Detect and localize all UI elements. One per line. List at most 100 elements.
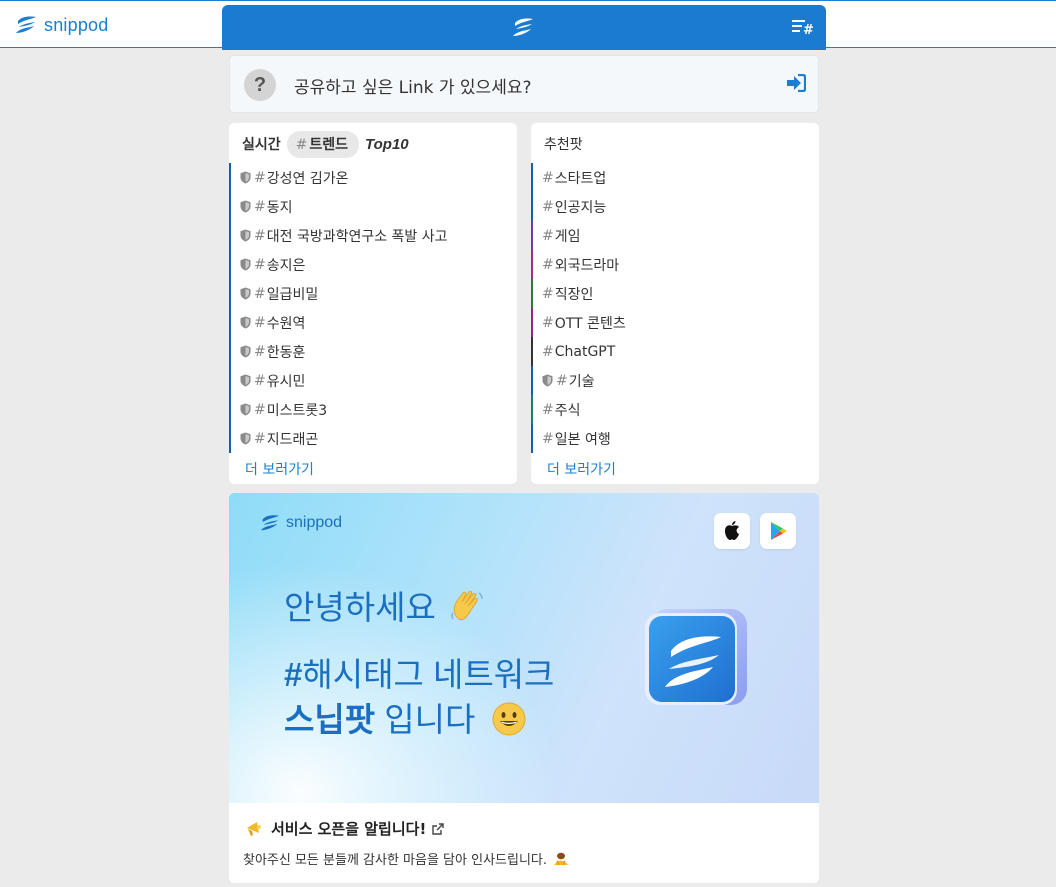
recommended-item-label: 직장인 bbox=[554, 286, 594, 303]
trend-item[interactable]: # 유시민 bbox=[229, 366, 517, 395]
snippod-logo-icon bbox=[16, 16, 36, 33]
hash-glyph: # bbox=[254, 314, 266, 331]
shield-icon bbox=[240, 258, 251, 271]
banner-greeting: 안녕하세요 bbox=[284, 581, 487, 629]
shield-icon bbox=[240, 171, 251, 184]
shield-icon bbox=[542, 374, 553, 387]
help-icon: ? bbox=[244, 69, 276, 101]
realtime-more-link[interactable]: 더 보러가기 bbox=[245, 459, 314, 479]
trend-item[interactable]: # 일급비밀 bbox=[229, 279, 517, 308]
recommended-item[interactable]: # OTT 콘텐츠 bbox=[531, 308, 819, 337]
recommended-card: 추천팟 # 스타트업 # 인공지능 # 게임 # 외국드라마 # 직장인 # OTT 콘텐츠 # Chat… bbox=[531, 123, 819, 484]
welcome-banner: snippod 안녕하세요 #해시태그 네트워크 스닙팟 입니다 서비스 오픈을… bbox=[229, 493, 819, 883]
realtime-trends-card: 실시간 # 트렌드 Top10 # 강성연 김가온 # 동지 # 대전 국방과학연구소 폭발… bbox=[229, 123, 517, 484]
share-link-prompt[interactable]: 공유하고 싶은 Link 가 있으세요? bbox=[294, 73, 532, 98]
trend-item-label: 강성연 김가온 bbox=[266, 170, 349, 187]
shield-icon bbox=[240, 229, 251, 242]
trend-item[interactable]: # 한동훈 bbox=[229, 337, 517, 366]
recommended-item-label: ChatGPT bbox=[554, 343, 616, 360]
trend-pill-label: 트렌드 bbox=[309, 136, 349, 153]
megaphone-icon bbox=[247, 821, 261, 836]
recommended-item-label: 기술 bbox=[568, 373, 595, 390]
center-logo-icon[interactable] bbox=[511, 15, 535, 39]
header-panel: # bbox=[222, 5, 826, 50]
shield-icon bbox=[240, 345, 251, 358]
recommended-item[interactable]: # ChatGPT bbox=[531, 337, 819, 366]
google-play-button[interactable] bbox=[760, 513, 796, 549]
recommended-header: 추천팟 bbox=[544, 131, 583, 157]
hash-glyph: # bbox=[254, 256, 266, 273]
hash-glyph: # bbox=[556, 372, 568, 389]
hash-glyph: # bbox=[254, 227, 266, 244]
external-link-icon bbox=[432, 822, 444, 835]
hash-glyph: # bbox=[254, 430, 266, 447]
snippod-logo-icon bbox=[260, 515, 280, 531]
sign-in-icon[interactable] bbox=[786, 74, 806, 92]
shield-icon bbox=[240, 287, 251, 300]
trend-item[interactable]: # 지드래곤 bbox=[229, 424, 517, 453]
trend-item[interactable]: # 강성연 김가온 bbox=[229, 163, 517, 192]
trend-item[interactable]: # 미스트롯3 bbox=[229, 395, 517, 424]
recommended-item[interactable]: # 스타트업 bbox=[531, 163, 819, 192]
hashtag-menu-icon[interactable]: # bbox=[792, 18, 814, 36]
recommended-item-label: 일본 여행 bbox=[554, 431, 611, 448]
news-title[interactable]: 서비스 오픈을 알립니다! bbox=[245, 818, 444, 839]
hash-glyph: # bbox=[254, 401, 266, 418]
recommended-item[interactable]: # 일본 여행 bbox=[531, 424, 819, 453]
recommended-item[interactable]: # 인공지능 bbox=[531, 192, 819, 221]
recommended-item[interactable]: # 직장인 bbox=[531, 279, 819, 308]
brand-name: snippod bbox=[44, 14, 109, 35]
trend-item[interactable]: # 송지은 bbox=[229, 250, 517, 279]
hash-glyph: # bbox=[542, 343, 554, 360]
hash-glyph: # bbox=[542, 430, 554, 447]
hash-glyph: # bbox=[254, 285, 266, 302]
trend-item-label: 대전 국방과학연구소 폭발 사고 bbox=[266, 228, 448, 245]
top10-badge: Top10 bbox=[365, 135, 409, 153]
recommended-item-label: OTT 콘텐츠 bbox=[554, 315, 626, 332]
realtime-header: 실시간 # 트렌드 Top10 bbox=[242, 130, 409, 158]
share-link-bar[interactable]: ? 공유하고 싶은 Link 가 있으세요? bbox=[229, 55, 819, 113]
hash-glyph: # bbox=[542, 198, 554, 215]
trend-item-label: 유시민 bbox=[266, 373, 306, 390]
shield-icon bbox=[240, 432, 251, 445]
app-store-button[interactable] bbox=[714, 513, 750, 549]
recommended-item[interactable]: # 주식 bbox=[531, 395, 819, 424]
trend-item-label: 수원역 bbox=[266, 315, 306, 332]
recommended-item-label: 게임 bbox=[554, 228, 581, 245]
hash-glyph: # bbox=[254, 198, 266, 215]
hash-glyph: # bbox=[254, 372, 266, 389]
news-title-text: 서비스 오픈을 알립니다! bbox=[271, 820, 427, 838]
recommended-item-label: 외국드라마 bbox=[554, 257, 620, 274]
svg-text:#: # bbox=[803, 23, 814, 36]
trend-item[interactable]: # 수원역 bbox=[229, 308, 517, 337]
recommended-title: 추천팟 bbox=[544, 137, 583, 153]
grinning-face-icon bbox=[492, 702, 526, 736]
trend-item[interactable]: # 동지 bbox=[229, 192, 517, 221]
recommended-item[interactable]: # 외국드라마 bbox=[531, 250, 819, 279]
recommended-more-link[interactable]: 더 보러가기 bbox=[547, 459, 616, 479]
banner-brand: snippod bbox=[259, 513, 342, 533]
recommended-item-label: 주식 bbox=[554, 402, 581, 419]
brand-logo[interactable]: snippod bbox=[14, 11, 108, 39]
banner-image[interactable]: snippod 안녕하세요 #해시태그 네트워크 스닙팟 입니다 bbox=[229, 493, 819, 803]
trend-item-label: 송지은 bbox=[266, 257, 306, 274]
bowing-person-icon bbox=[554, 852, 569, 865]
trend-item-label: 한동훈 bbox=[266, 344, 306, 361]
trend-pill[interactable]: # 트렌드 bbox=[286, 130, 360, 158]
snippod-app-icon bbox=[645, 609, 747, 705]
realtime-title: 실시간 bbox=[242, 137, 281, 153]
waving-hand-icon bbox=[451, 590, 483, 621]
hash-glyph: # bbox=[254, 343, 266, 360]
hash-glyph: # bbox=[542, 285, 554, 302]
shield-icon bbox=[240, 374, 251, 387]
recommended-item[interactable]: # 게임 bbox=[531, 221, 819, 250]
top-bar: snippod # bbox=[0, 0, 1056, 50]
shield-icon bbox=[240, 403, 251, 416]
trend-item[interactable]: # 대전 국방과학연구소 폭발 사고 bbox=[229, 221, 517, 250]
hash-glyph: # bbox=[542, 227, 554, 244]
recommended-list: # 스타트업 # 인공지능 # 게임 # 외국드라마 # 직장인 # OTT 콘텐츠 # ChatGPT #… bbox=[531, 163, 819, 453]
trend-item-label: 동지 bbox=[266, 199, 293, 216]
trend-item-label: 일급비밀 bbox=[266, 286, 319, 303]
shield-icon bbox=[240, 316, 251, 329]
recommended-item[interactable]: # 기술 bbox=[531, 366, 819, 395]
